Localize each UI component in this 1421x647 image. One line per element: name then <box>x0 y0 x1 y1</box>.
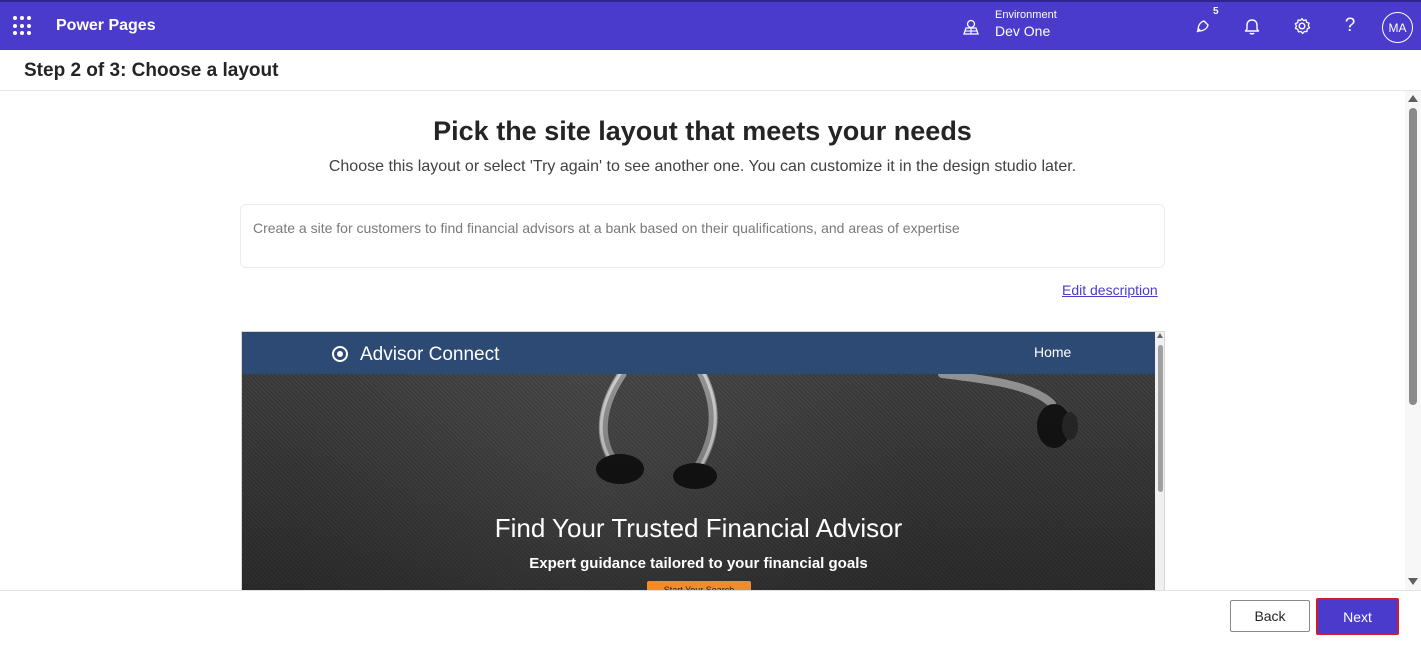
main-content: Pick the site layout that meets your nee… <box>0 91 1405 590</box>
preview-hero: Find Your Trusted Financial Advisor Expe… <box>242 374 1155 590</box>
preview-hero-subtitle: Expert guidance tailored to your financi… <box>529 555 868 572</box>
layout-heading: Pick the site layout that meets your nee… <box>433 116 972 146</box>
page-scrollbar[interactable] <box>1405 91 1421 590</box>
copilot-notifications-icon[interactable] <box>1191 14 1215 38</box>
settings-icon[interactable] <box>1290 14 1314 38</box>
preview-nav-home[interactable]: Home <box>1034 344 1071 360</box>
preview-hero-title: Find Your Trusted Financial Advisor <box>494 513 903 543</box>
layout-subheading: Choose this layout or select 'Try again'… <box>328 158 1077 175</box>
edit-description-link[interactable]: Edit description <box>1062 282 1158 298</box>
help-icon[interactable]: ? <box>1338 14 1362 38</box>
layout-preview[interactable]: Advisor Connect Home Find Your Trusted F… <box>241 331 1165 590</box>
preview-cta-button[interactable]: Start Your Search <box>647 581 751 590</box>
waffle-icon[interactable] <box>13 16 33 36</box>
environment-name: Dev One <box>995 23 1051 39</box>
scroll-up-icon[interactable] <box>1408 95 1418 102</box>
environment-picker[interactable]: Environment Dev One <box>958 7 1078 45</box>
preview-scroll-thumb[interactable] <box>1158 345 1163 492</box>
notification-badge: 5 <box>1213 6 1219 17</box>
app-name[interactable]: Power Pages <box>56 17 156 35</box>
site-description-box: Create a site for customers to find fina… <box>240 204 1165 268</box>
footer-actions: Back Next <box>0 590 1421 647</box>
next-button[interactable]: Next <box>1316 598 1399 635</box>
preview-brand: Advisor Connect <box>360 344 500 365</box>
top-app-bar: Power Pages Environment Dev One 5 ? MA <box>0 0 1421 50</box>
preview-navbar: Advisor Connect Home <box>242 332 1155 374</box>
avatar[interactable]: MA <box>1382 12 1413 43</box>
scroll-up-icon[interactable] <box>1157 333 1163 338</box>
scroll-down-icon[interactable] <box>1408 578 1418 585</box>
environment-icon <box>963 19 979 35</box>
preview-scrollbar[interactable] <box>1155 332 1164 590</box>
radio-logo-icon <box>332 346 348 362</box>
environment-label: Environment <box>995 9 1057 21</box>
bell-icon[interactable] <box>1240 14 1264 38</box>
page-title: Step 2 of 3: Choose a layout <box>24 60 279 81</box>
step-header: Step 2 of 3: Choose a layout <box>0 50 1421 91</box>
page-scroll-thumb[interactable] <box>1409 108 1417 405</box>
back-button[interactable]: Back <box>1230 600 1310 632</box>
